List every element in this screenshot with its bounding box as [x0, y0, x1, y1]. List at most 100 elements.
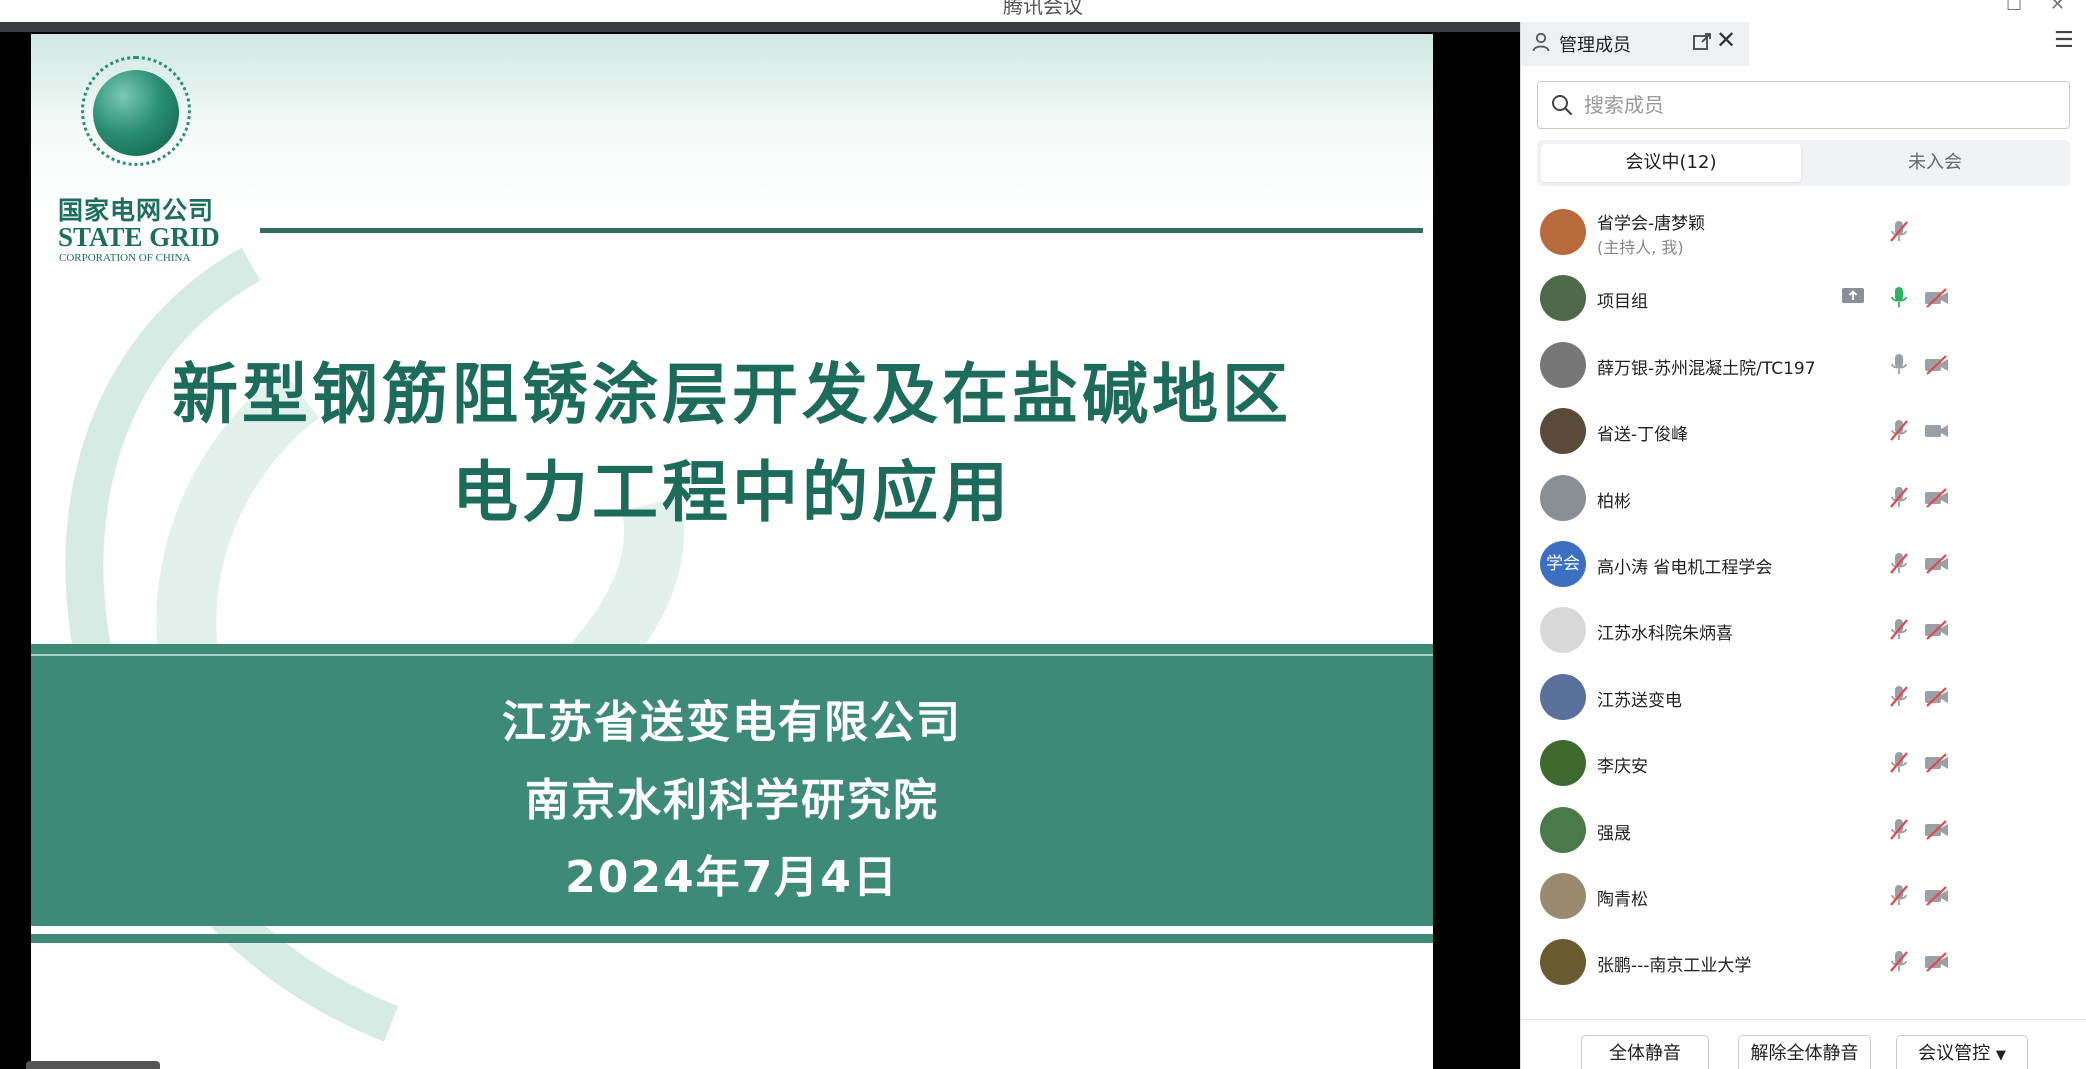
camera-off-icon[interactable]: [1924, 819, 1950, 841]
avatar: [1540, 408, 1586, 454]
member-panel: 管理成员 ✕ ☰ 会议中(12) 未入会 省学会-唐梦颖 (主持人, 我) 项目组薛…: [1520, 22, 2086, 1069]
member-row[interactable]: 学会 高小涛 省电机工程学会: [1521, 531, 2086, 597]
member-row[interactable]: 江苏水科院朱炳喜: [1521, 597, 2086, 663]
slide-title-line2: 电力工程中的应用: [452, 454, 1012, 531]
header-rule: [260, 228, 1423, 233]
tab-in-meeting[interactable]: 会议中(12): [1541, 144, 1801, 182]
member-row[interactable]: 张鹏---南京工业大学: [1521, 929, 2086, 995]
mic-icon[interactable]: [1888, 285, 1910, 311]
avatar: [1540, 209, 1586, 255]
screen-share-icon: [1842, 288, 1864, 303]
member-name: 省学会-唐梦颖: [1597, 214, 1706, 234]
member-row[interactable]: 强晟: [1521, 797, 2086, 863]
window-title: 腾讯会议: [1003, 0, 1083, 18]
tab-not-joined[interactable]: 未入会: [1805, 144, 2065, 182]
logo-en-sub: CORPORATION OF CHINA: [59, 252, 191, 264]
avatar: [1540, 674, 1586, 720]
mic-muted-icon[interactable]: [1888, 949, 1910, 975]
member-name: 强晟: [1597, 824, 1631, 844]
member-row[interactable]: 省送-丁俊峰: [1521, 398, 2086, 464]
close-window-icon[interactable]: ✕: [2050, 0, 2065, 15]
avatar: [1540, 607, 1586, 653]
avatar: [1540, 740, 1586, 786]
window-titlebar: 腾讯会议 ☐ ✕: [0, 0, 2086, 22]
slide-title-line1: 新型钢筋阻锈涂层开发及在盐碱地区: [172, 356, 1292, 433]
user-icon: [1532, 32, 1550, 52]
mic-icon[interactable]: [1888, 352, 1910, 378]
search-box[interactable]: [1537, 81, 2070, 129]
avatar: [1540, 873, 1586, 919]
panel-header: 管理成员 ✕ ☰: [1521, 22, 2086, 66]
mic-muted-icon[interactable]: [1888, 883, 1910, 909]
popout-icon[interactable]: [1692, 32, 1712, 52]
meeting-control-button[interactable]: 会议管控 ▼: [1896, 1035, 2028, 1069]
mute-all-button[interactable]: 全体静音: [1581, 1035, 1709, 1069]
camera-off-icon[interactable]: [1924, 287, 1950, 309]
member-name: 高小涛 省电机工程学会: [1597, 558, 1773, 578]
shared-screen: 国家电网公司 STATE GRID CORPORATION OF CHINA 新…: [0, 32, 1520, 1069]
mic-muted-icon[interactable]: [1888, 485, 1910, 511]
member-row[interactable]: 省学会-唐梦颖 (主持人, 我): [1521, 199, 2086, 265]
member-name: 陶青松: [1597, 890, 1648, 910]
toolbar-strip: [0, 22, 1520, 32]
mic-muted-icon[interactable]: [1888, 684, 1910, 710]
unmute-all-button[interactable]: 解除全体静音: [1738, 1035, 1871, 1069]
logo-en: STATE GRID: [58, 222, 220, 252]
member-row[interactable]: 薛万银-苏州混凝土院/TC197: [1521, 332, 2086, 398]
mic-muted-icon[interactable]: [1888, 750, 1910, 776]
mic-muted-icon[interactable]: [1888, 817, 1910, 843]
slide-date: 2024年7月4日: [565, 852, 899, 903]
member-name: 省送-丁俊峰: [1597, 425, 1689, 445]
member-name: 李庆安: [1597, 757, 1648, 777]
org-line2: 南京水利科学研究院: [525, 775, 939, 826]
avatar: 学会: [1540, 541, 1586, 587]
camera-off-icon[interactable]: [1924, 686, 1950, 708]
menu-icon[interactable]: ☰: [2054, 28, 2074, 53]
mic-muted-icon[interactable]: [1888, 617, 1910, 643]
member-role: (主持人, 我): [1597, 238, 1684, 257]
bottom-handle[interactable]: [26, 1061, 160, 1069]
member-name: 项目组: [1597, 292, 1648, 312]
panel-footer: 全体静音 解除全体静音 会议管控 ▼: [1521, 1019, 2086, 1069]
avatar: [1540, 342, 1586, 388]
camera-off-icon[interactable]: [1924, 354, 1950, 376]
member-name: 江苏送变电: [1597, 691, 1682, 711]
member-name: 江苏水科院朱炳喜: [1597, 624, 1733, 644]
search-input[interactable]: [1584, 88, 2054, 122]
member-row[interactable]: 陶青松: [1521, 863, 2086, 929]
meeting-control-label: 会议管控: [1918, 1043, 1991, 1064]
search-icon: [1552, 95, 1573, 116]
avatar: [1540, 939, 1586, 985]
member-row[interactable]: 柏彬: [1521, 465, 2086, 531]
globe-icon: [93, 70, 179, 156]
member-name: 张鹏---南京工业大学: [1597, 956, 1752, 976]
mic-muted-icon[interactable]: [1888, 551, 1910, 577]
member-row[interactable]: 李庆安: [1521, 730, 2086, 796]
close-panel-icon[interactable]: ✕: [1716, 26, 1736, 54]
member-name: 薛万银-苏州混凝土院/TC197: [1597, 359, 1816, 379]
maximize-icon[interactable]: ☐: [2006, 0, 2022, 15]
panel-title: 管理成员: [1559, 35, 1631, 56]
band-underline: [31, 934, 1433, 943]
camera-off-icon[interactable]: [1924, 951, 1950, 973]
camera-off-icon[interactable]: [1924, 487, 1950, 509]
band-highlight: [31, 654, 1433, 656]
avatar: [1540, 275, 1586, 321]
org-line1: 江苏省送变电有限公司: [502, 697, 962, 748]
avatar: [1540, 475, 1586, 521]
member-row[interactable]: 项目组: [1521, 265, 2086, 331]
camera-off-icon[interactable]: [1924, 619, 1950, 641]
camera-off-icon[interactable]: [1924, 885, 1950, 907]
avatar-label: 学会: [1546, 554, 1580, 574]
caret-down-icon: ▼: [1995, 1048, 2006, 1063]
mic-muted-icon[interactable]: [1888, 219, 1910, 245]
member-tabs: 会议中(12) 未入会: [1537, 140, 2070, 186]
camera-off-icon[interactable]: [1924, 752, 1950, 774]
camera-off-icon[interactable]: [1924, 553, 1950, 575]
mic-muted-icon[interactable]: [1888, 418, 1910, 444]
camera-icon[interactable]: [1924, 420, 1950, 442]
avatar: [1540, 807, 1586, 853]
member-row[interactable]: 江苏送变电: [1521, 664, 2086, 730]
member-name: 柏彬: [1597, 492, 1631, 512]
presentation-slide: 国家电网公司 STATE GRID CORPORATION OF CHINA 新…: [31, 34, 1433, 1069]
